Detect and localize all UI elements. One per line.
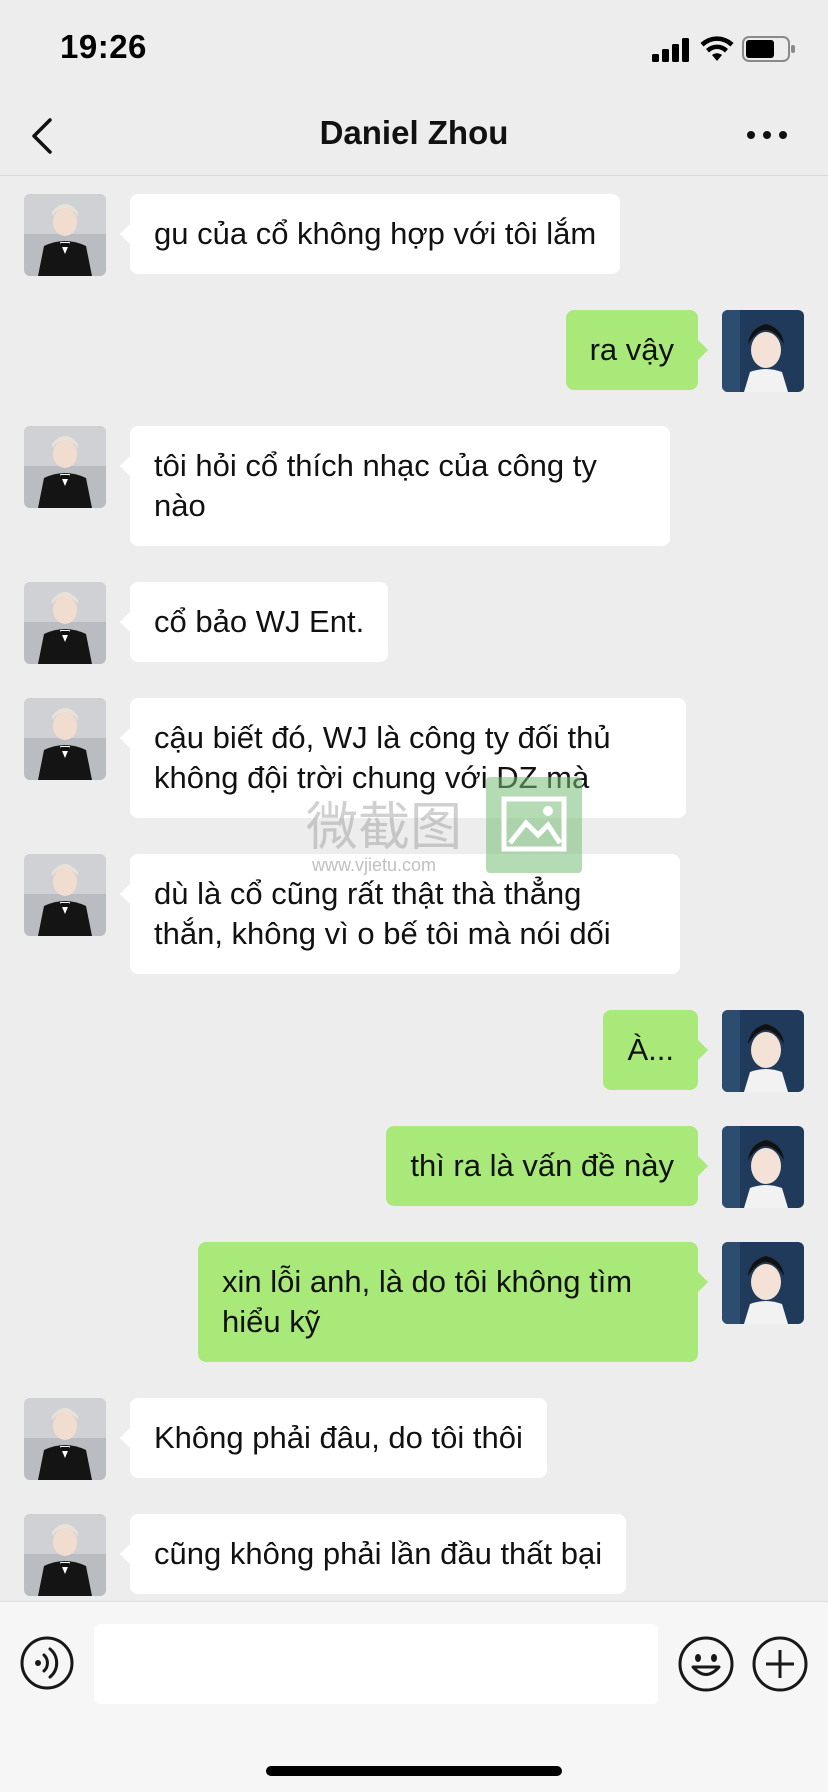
received-message-bubble[interactable]: cũng không phải lần đầu thất bại [119, 1514, 627, 1594]
received-message-bubble[interactable]: Không phải đâu, do tôi thôi [120, 1398, 547, 1478]
contact-avatar[interactable] [24, 854, 106, 936]
user-avatar[interactable] [722, 1242, 804, 1324]
message-input[interactable] [94, 1624, 658, 1704]
contact-avatar[interactable] [24, 194, 106, 276]
contact-avatar-image [24, 1514, 106, 1596]
contact-avatar-image [24, 1398, 106, 1480]
home-indicator[interactable] [266, 1766, 562, 1776]
contact-avatar-image [24, 582, 106, 664]
user-avatar[interactable] [722, 310, 804, 392]
contact-avatar-image [24, 426, 106, 508]
user-avatar[interactable] [722, 1010, 804, 1092]
chat-title: Daniel Zhou [319, 114, 509, 151]
received-message-bubble[interactable]: cổ bảo WJ Ent. [119, 582, 389, 662]
chat-screen: 19:26 Daniel Zhou gu của cổ không hợp vớ… [0, 0, 828, 1792]
contact-avatar-image [24, 194, 106, 276]
user-avatar[interactable] [722, 1126, 804, 1208]
sent-message-bubble[interactable]: thì ra là vấn đề này [386, 1126, 708, 1206]
user-avatar-image [722, 310, 804, 392]
message-list[interactable]: gu của cổ không hợp với tôi lắm ra vậy t… [0, 177, 828, 1600]
voice-icon[interactable] [20, 1636, 74, 1690]
user-avatar-image [722, 1010, 804, 1092]
received-message-bubble[interactable]: cậu biết đó, WJ là công ty đối thủ không… [120, 698, 686, 818]
user-avatar-image [722, 1242, 804, 1324]
sent-message-bubble[interactable]: À... [603, 1010, 708, 1090]
status-time: 19:26 [60, 28, 147, 65]
input-bar [0, 1601, 828, 1792]
sent-message-bubble[interactable]: xin lỗi anh, là do tôi không tìm hiểu kỹ [198, 1242, 708, 1362]
contact-avatar-image [24, 854, 106, 936]
sent-message-bubble[interactable]: ra vậy [565, 310, 709, 390]
nav-bar: Daniel Zhou [0, 100, 828, 176]
contact-avatar[interactable] [24, 1514, 106, 1596]
contact-avatar[interactable] [24, 582, 106, 664]
battery-icon [742, 36, 795, 62]
received-message-bubble[interactable]: tôi hỏi cổ thích nhạc của công ty nào [120, 426, 670, 546]
received-message-bubble[interactable]: dù là cổ cũng rất thật thà thẳng thắn, k… [120, 854, 680, 974]
user-avatar-image [722, 1126, 804, 1208]
contact-avatar[interactable] [24, 426, 106, 508]
received-message-bubble[interactable]: gu của cổ không hợp với tôi lắm [119, 194, 621, 274]
more-dots-icon[interactable] [744, 120, 790, 150]
contact-avatar-image [24, 698, 106, 780]
status-bar: 19:26 [0, 0, 828, 100]
emoji-icon[interactable] [678, 1636, 734, 1692]
contact-avatar[interactable] [24, 1398, 106, 1480]
contact-avatar[interactable] [24, 698, 106, 780]
cellular-signal-icon [652, 38, 689, 62]
plus-circle-icon[interactable] [752, 1636, 808, 1692]
wifi-icon [700, 36, 734, 61]
